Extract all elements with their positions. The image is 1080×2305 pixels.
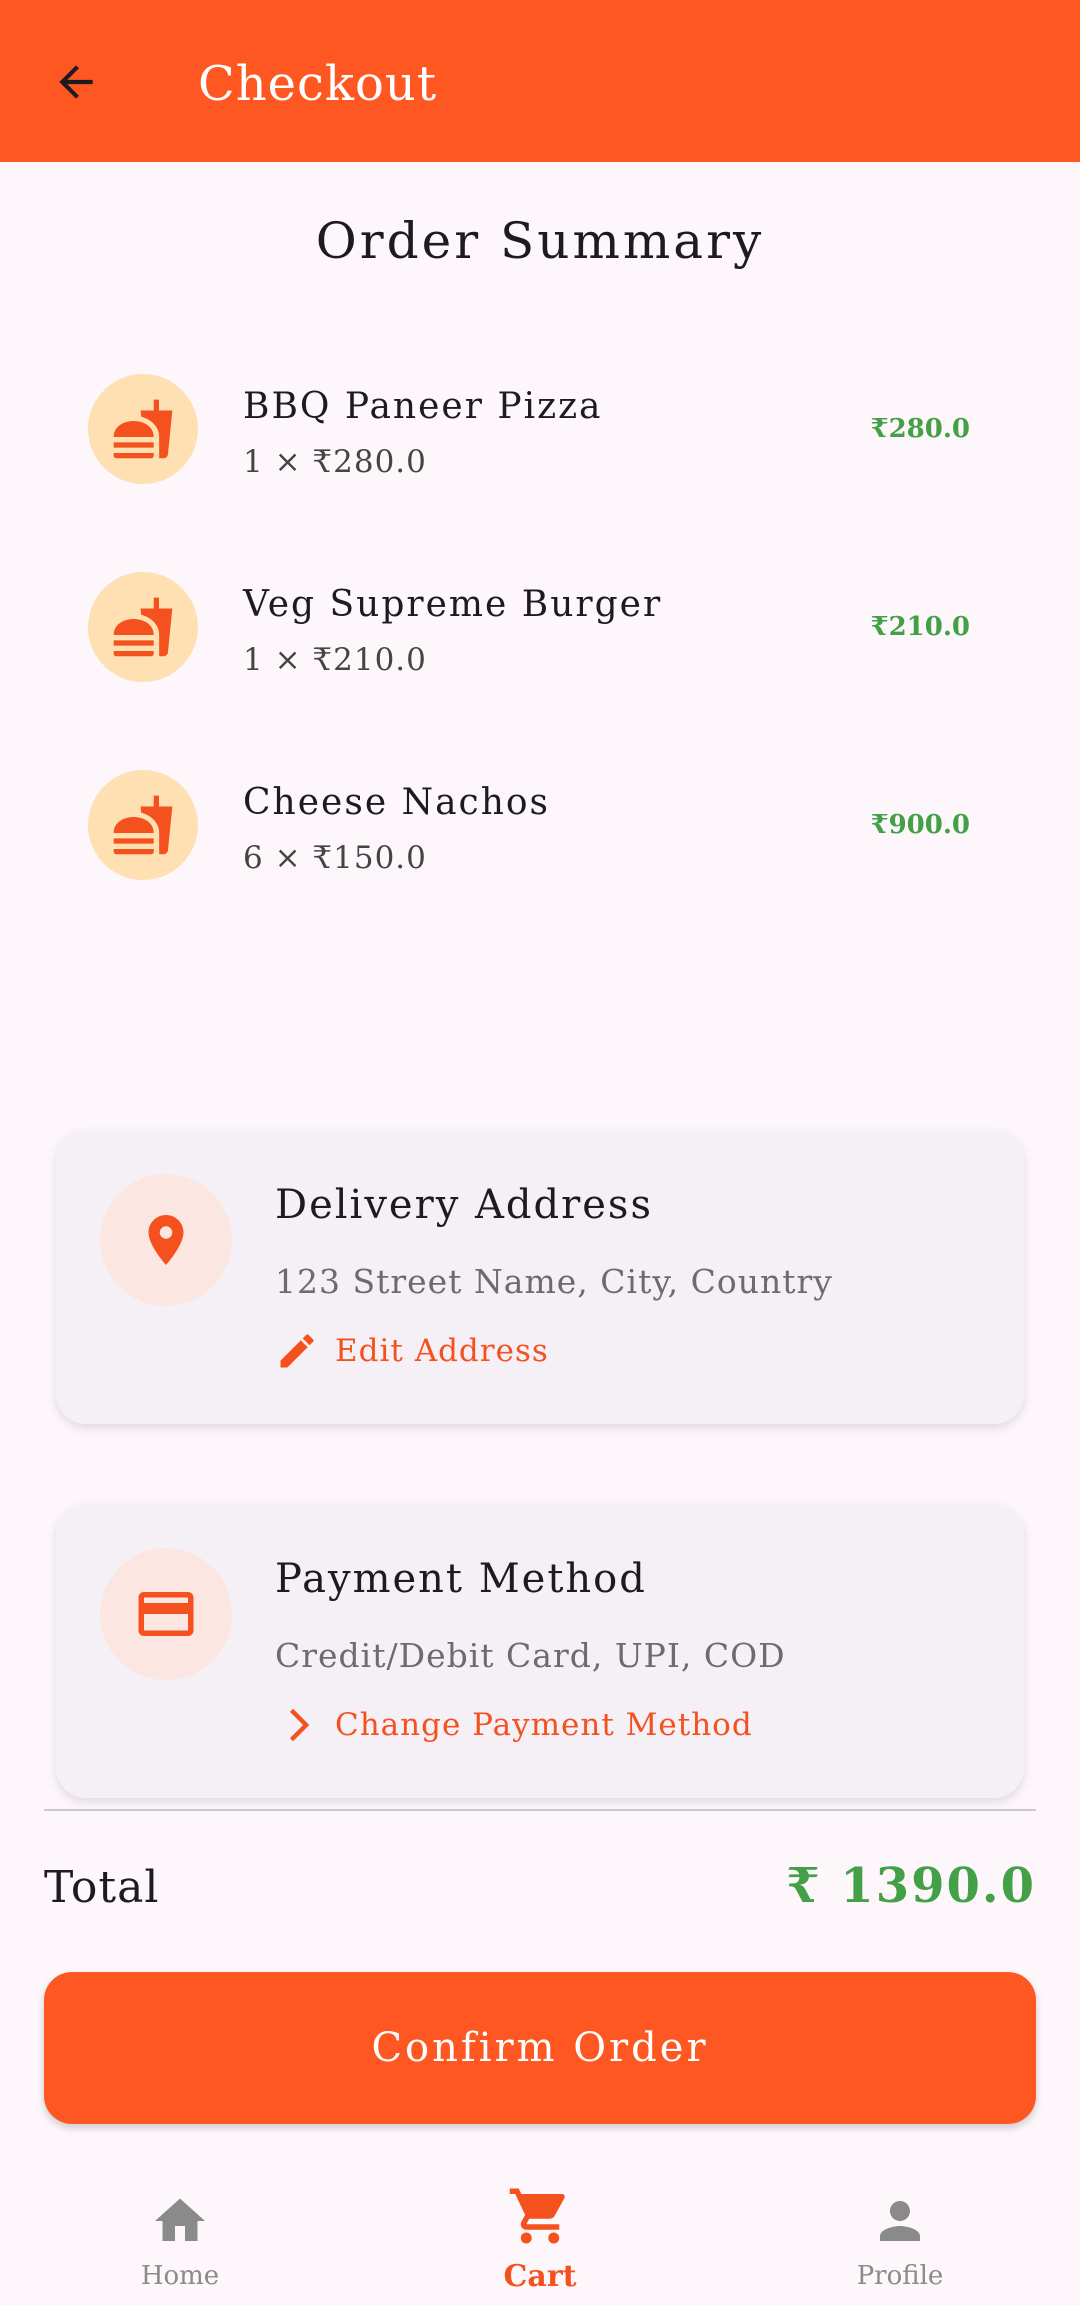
nav-item-cart[interactable]: Cart — [440, 2183, 640, 2294]
order-item: Cheese Nachos 6 × ₹150.0 ₹900.0 — [88, 770, 970, 882]
fastfood-icon — [113, 597, 173, 657]
chevron-right-icon — [289, 1708, 310, 1742]
item-quantity: 1 × ₹280.0 — [243, 444, 427, 480]
nav-item-profile[interactable]: Profile — [800, 2191, 1000, 2301]
item-name: BBQ Paneer Pizza — [243, 386, 603, 427]
nav-item-home[interactable]: Home — [80, 2191, 280, 2301]
nav-label-home: Home — [140, 2261, 220, 2291]
payment-method-title: Payment Method — [275, 1556, 647, 1602]
item-price: ₹900.0 — [870, 810, 970, 840]
order-item: BBQ Paneer Pizza 1 × ₹280.0 ₹280.0 — [88, 374, 970, 486]
divider — [44, 1809, 1036, 1811]
nav-label-profile: Profile — [856, 2261, 944, 2291]
confirm-order-button[interactable]: Confirm Order — [44, 1972, 1036, 2124]
page-title: Checkout — [198, 56, 438, 112]
payment-method-card: Payment Method Credit/Debit Card, UPI, C… — [56, 1504, 1024, 1798]
change-payment-method-label: Change Payment Method — [335, 1707, 753, 1743]
edit-address-label: Edit Address — [335, 1333, 549, 1369]
app-bar: Checkout — [0, 0, 1080, 162]
card-icon-circle — [100, 1548, 232, 1680]
total-label: Total — [44, 1862, 160, 1913]
item-avatar — [88, 572, 198, 682]
item-avatar — [88, 374, 198, 484]
total-value: ₹ 1390.0 — [786, 1858, 1036, 1914]
location-pin-icon — [148, 1215, 184, 1265]
fastfood-icon — [113, 399, 173, 459]
item-avatar — [88, 770, 198, 880]
item-name: Cheese Nachos — [243, 782, 551, 823]
order-summary-title: Order Summary — [315, 212, 765, 270]
item-quantity: 6 × ₹150.0 — [243, 840, 427, 876]
item-price: ₹280.0 — [870, 414, 970, 444]
fastfood-icon — [113, 795, 173, 855]
arrow-back-icon — [59, 65, 93, 99]
payment-methods-text: Credit/Debit Card, UPI, COD — [275, 1636, 786, 1675]
nav-label-cart: Cart — [503, 2259, 577, 2294]
person-icon — [880, 2201, 920, 2241]
shopping-cart-icon — [509, 2188, 565, 2244]
delivery-address-text: 123 Street Name, City, Country — [275, 1262, 833, 1301]
edit-pencil-icon — [280, 1334, 314, 1368]
credit-card-icon — [138, 1592, 194, 1636]
order-item: Veg Supreme Burger 1 × ₹210.0 ₹210.0 — [88, 572, 970, 684]
back-button[interactable] — [44, 50, 108, 114]
edit-address-button[interactable]: Edit Address — [275, 1326, 549, 1376]
item-quantity: 1 × ₹210.0 — [243, 642, 427, 678]
delivery-address-title: Delivery Address — [275, 1182, 653, 1228]
delivery-address-card: Delivery Address 123 Street Name, City, … — [56, 1130, 1024, 1424]
home-icon — [155, 2198, 205, 2241]
change-payment-method-button[interactable]: Change Payment Method — [275, 1700, 753, 1750]
item-price: ₹210.0 — [870, 612, 970, 642]
location-icon-circle — [100, 1174, 232, 1306]
bottom-navigation: Home Cart Profile — [0, 2165, 1080, 2305]
item-name: Veg Supreme Burger — [243, 584, 663, 625]
